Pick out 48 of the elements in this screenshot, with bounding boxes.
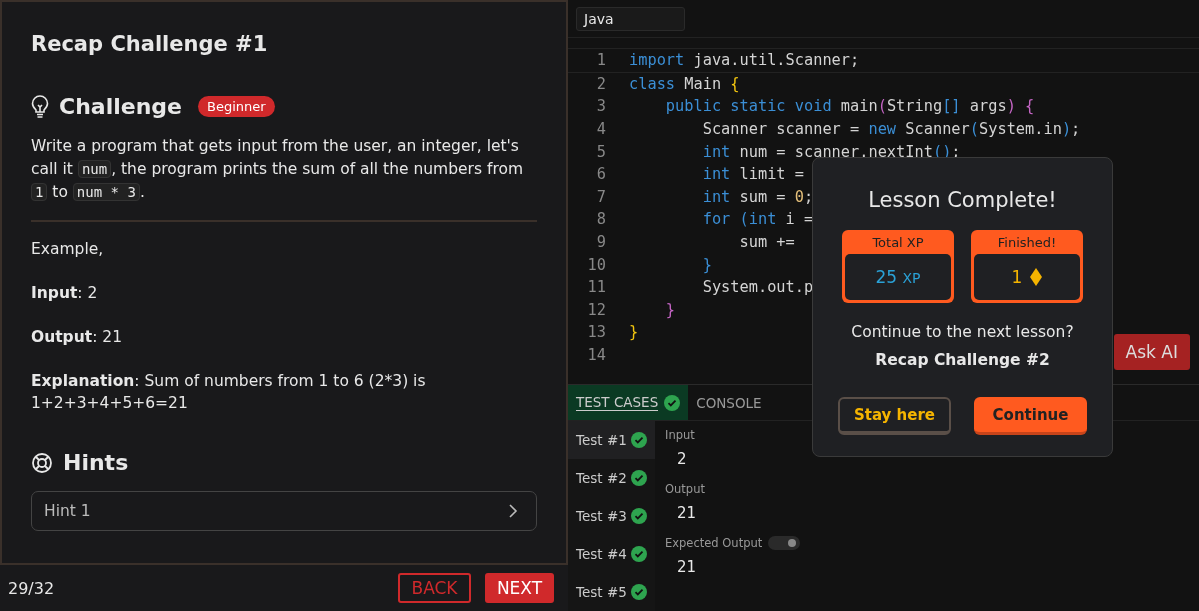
example-text: Input: 2	[31, 283, 99, 304]
line-number: 12	[586, 300, 606, 319]
line-number: 2	[595, 74, 606, 93]
input-value: 2	[676, 449, 688, 470]
line-number: 9	[595, 233, 606, 252]
lesson-title: Recap Challenge #1	[31, 32, 269, 56]
code-line: int limit =	[701, 165, 804, 184]
line-number: 13	[586, 323, 606, 342]
level-badge: Beginner	[198, 96, 275, 117]
line-number: 11	[586, 278, 606, 297]
code-line: Scanner scanner = new Scanner(System.in);	[701, 120, 1081, 139]
hints-heading: Hints	[63, 450, 129, 475]
line-number: 14	[586, 346, 606, 364]
dialog-title: Lesson Complete!	[868, 188, 1057, 212]
code-line: }	[701, 255, 712, 274]
line-number: 10	[586, 255, 606, 274]
field-label: Output	[665, 482, 706, 496]
code-line: import java.util.Scanner;	[629, 51, 860, 70]
example-text: Output: 21	[31, 327, 124, 348]
line-number: 5	[595, 142, 606, 161]
challenge-description: Write a program that gets input from the user, an integer, let's call it num , the program prints the sum of all the numbers from 1 to num * 3 .	[31, 136, 525, 203]
code-line: System.out.p	[701, 278, 814, 297]
example-text: Example,	[31, 239, 105, 260]
next-lesson-name: Recap Challenge #2	[875, 351, 1050, 369]
line-number: 7	[595, 187, 606, 206]
code-line: int sum = 0;	[701, 187, 814, 206]
field-label: Expected Output	[665, 536, 763, 550]
line-number: 4	[595, 120, 606, 139]
card-header: Total XP	[871, 233, 925, 252]
xp-value: 25 XP	[875, 267, 921, 287]
code-line: public static void main(String[] args) {	[664, 97, 1035, 116]
output-value: 21	[676, 503, 698, 524]
code-line: sum +=	[738, 233, 795, 252]
line-number: 8	[595, 210, 606, 229]
line-number: 3	[595, 97, 606, 116]
code-line: }	[664, 300, 676, 319]
dialog-question: Continue to the next lesson?	[851, 323, 1074, 341]
code-line: }	[629, 323, 639, 342]
line-number: 6	[595, 165, 606, 184]
card-header: Finished!	[996, 233, 1058, 252]
line-number: 1	[595, 51, 606, 70]
lesson-counter: 29/32	[8, 578, 56, 598]
gem-count: 1	[1011, 267, 1023, 287]
code-line: class Main {	[629, 74, 740, 93]
example-text: Explanation: Sum of numbers from 1 to 6 (2*3) is 1+2+3+4+5+6=21	[31, 371, 427, 414]
expected-value: 21	[676, 557, 698, 578]
challenge-heading: Challenge	[59, 94, 182, 119]
field-label: Input	[665, 428, 696, 442]
